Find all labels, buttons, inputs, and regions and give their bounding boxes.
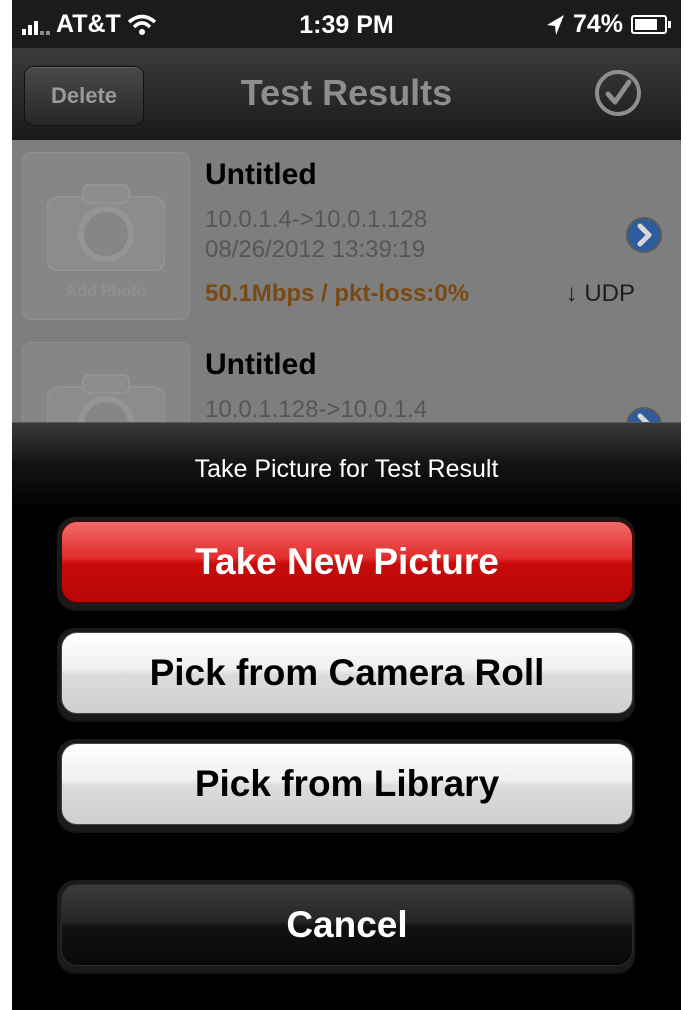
checkmark-circle-icon[interactable] [593, 68, 643, 118]
pick-camera-roll-button[interactable]: Pick from Camera Roll [61, 632, 633, 714]
status-bar: AT&T 1:39 PM 74% [12, 0, 681, 48]
result-timestamp: 08/26/2012 13:39:19 [205, 236, 426, 263]
disclosure-arrow-icon[interactable] [625, 216, 663, 254]
result-title: Untitled [205, 158, 317, 191]
action-sheet: Take Picture for Test Result Take New Pi… [12, 422, 681, 1010]
result-title: Untitled [205, 348, 317, 381]
camera-icon [47, 184, 165, 271]
phone-screen: AT&T 1:39 PM 74% Delete Test Results Add… [12, 0, 681, 1010]
add-photo-label: Add Photo [65, 283, 147, 300]
action-sheet-title: Take Picture for Test Result [194, 455, 499, 483]
result-row[interactable]: Add Photo Untitled 10.0.1.4->10.0.1.128 … [12, 140, 681, 332]
result-protocol: ↓ UDP [565, 280, 635, 307]
cancel-button[interactable]: Cancel [61, 884, 633, 966]
battery-icon [631, 15, 671, 34]
battery-percent: 74% [572, 10, 623, 38]
result-stats: 50.1Mbps / pkt-loss:0% [205, 280, 470, 307]
camera-roll-wrap: Pick from Camera Roll [57, 628, 635, 720]
library-wrap: Pick from Library [57, 739, 635, 831]
result-route: 10.0.1.128->10.0.1.4 [205, 396, 428, 423]
pick-library-button[interactable]: Pick from Library [61, 743, 633, 825]
take-new-picture-button[interactable]: Take New Picture [61, 521, 633, 603]
result-route: 10.0.1.4->10.0.1.128 [205, 206, 428, 233]
photo-thumbnail[interactable] [22, 342, 190, 430]
take-new-picture-wrap: Take New Picture [57, 517, 635, 609]
page-title: Test Results [240, 72, 453, 113]
camera-icon [47, 374, 165, 430]
status-right: 74% [545, 10, 671, 39]
results-list: Add Photo Untitled 10.0.1.4->10.0.1.128 … [12, 140, 681, 430]
navigation-bar: Delete Test Results [12, 48, 681, 141]
location-arrow-icon [546, 14, 564, 35]
photo-thumbnail[interactable]: Add Photo [22, 152, 190, 320]
result-row[interactable]: Untitled 10.0.1.128->10.0.1.4 [12, 330, 681, 430]
cancel-wrap: Cancel [57, 880, 635, 972]
